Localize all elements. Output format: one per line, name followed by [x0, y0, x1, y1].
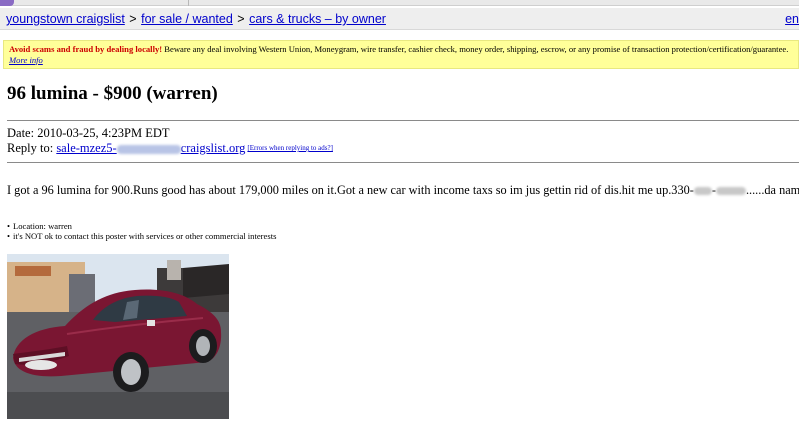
- no-contact-notice: it's NOT ok to contact this poster with …: [7, 231, 276, 241]
- breadcrumb-category-link[interactable]: for sale / wanted: [141, 12, 233, 26]
- posting-meta: Date: 2010-03-25, 4:23PM EDT Reply to: s…: [7, 126, 333, 156]
- posting-body: I got a 96 lumina for 900.Runs good has …: [7, 183, 799, 198]
- breadcrumb-bar: youngstown craigslist > for sale / wante…: [0, 8, 799, 30]
- posting-date: 2010-03-25, 4:23PM EDT: [37, 126, 170, 140]
- more-info-link[interactable]: More info: [9, 55, 43, 65]
- date-label: Date:: [7, 126, 38, 140]
- scam-warning-banner: Avoid scams and fraud by dealing locally…: [3, 40, 799, 69]
- reply-email-domain: craigslist.org: [180, 141, 246, 155]
- car-photo[interactable]: [7, 254, 229, 419]
- car-photo-image: [7, 254, 229, 419]
- reply-email-prefix: sale-mzez5-: [56, 141, 117, 155]
- posting-body-text: I got a 96 lumina for 900.Runs good has …: [7, 183, 694, 197]
- breadcrumb-site-link[interactable]: youngstown craigslist: [6, 12, 125, 26]
- location-detail: Location: warren: [7, 221, 276, 231]
- redacted-phone-blur: [715, 187, 746, 196]
- posting-date-row: Date: 2010-03-25, 4:23PM EDT: [7, 126, 333, 141]
- language-link[interactable]: en: [785, 12, 799, 26]
- breadcrumb: youngstown craigslist > for sale / wante…: [6, 12, 386, 26]
- errors-replying-link[interactable]: [Errors when replying to ads?]: [247, 144, 333, 152]
- redacted-phone-blur: [693, 187, 712, 196]
- scam-warning-text: Beware any deal involving Western Union,…: [162, 44, 789, 54]
- reply-row: Reply to: sale-mzez5- craigslist.org [Erro…: [7, 141, 333, 156]
- breadcrumb-subcategory-link[interactable]: cars & trucks – by owner: [249, 12, 386, 26]
- divider: [7, 162, 799, 163]
- browser-tab-edge[interactable]: [0, 0, 14, 6]
- redacted-email-blur: [116, 144, 181, 154]
- breadcrumb-separator: >: [129, 12, 137, 26]
- posting-body-ending: ......da names ace.: [745, 183, 799, 197]
- breadcrumb-separator: >: [237, 12, 245, 26]
- posting-details-list: Location: warren it's NOT ok to contact …: [7, 221, 276, 241]
- reply-label: Reply to:: [7, 141, 57, 155]
- browser-tab-strip: [0, 0, 799, 6]
- reply-email-link[interactable]: sale-mzez5- craigslist.org: [56, 141, 245, 155]
- divider: [7, 120, 799, 121]
- tab-separator: [188, 0, 189, 6]
- posting-title: 96 lumina - $900 (warren): [7, 83, 218, 104]
- scam-warning-heading: Avoid scams and fraud by dealing locally…: [9, 44, 163, 54]
